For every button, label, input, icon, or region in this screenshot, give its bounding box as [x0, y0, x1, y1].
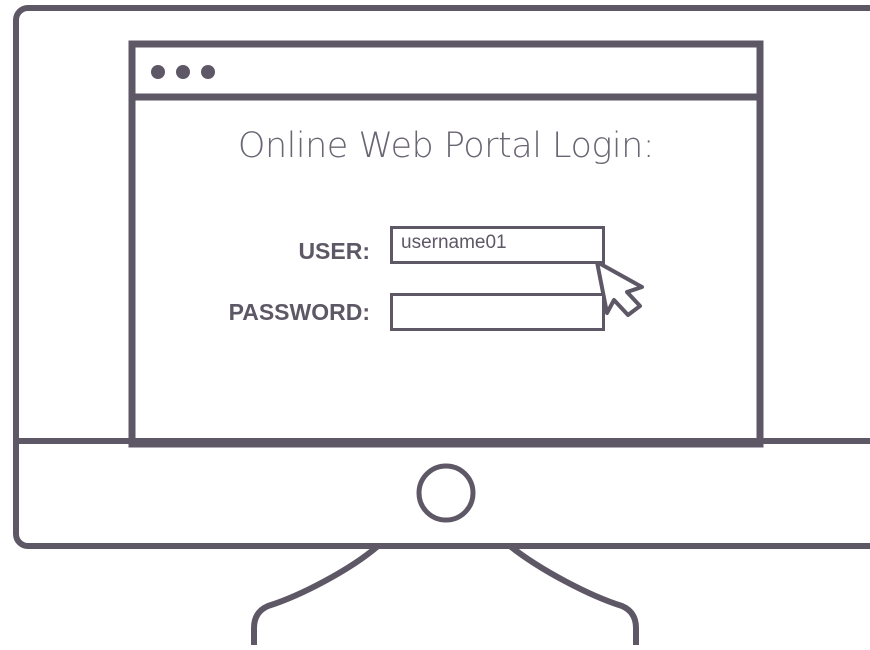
- power-button-icon[interactable]: [416, 463, 476, 523]
- user-label: USER:: [298, 238, 370, 264]
- username-input[interactable]: username01: [390, 226, 605, 264]
- window-dot-icon[interactable]: [151, 65, 165, 79]
- password-label: PASSWORD:: [228, 299, 370, 325]
- login-title: Online Web Portal Login:: [237, 126, 655, 166]
- monitor-stand: [251, 543, 639, 645]
- desktop-illustration: Online Web Portal Login: USER: username0…: [0, 0, 870, 645]
- window-dot-icon[interactable]: [176, 65, 190, 79]
- window-dot-icon[interactable]: [201, 65, 215, 79]
- password-input[interactable]: [390, 293, 605, 331]
